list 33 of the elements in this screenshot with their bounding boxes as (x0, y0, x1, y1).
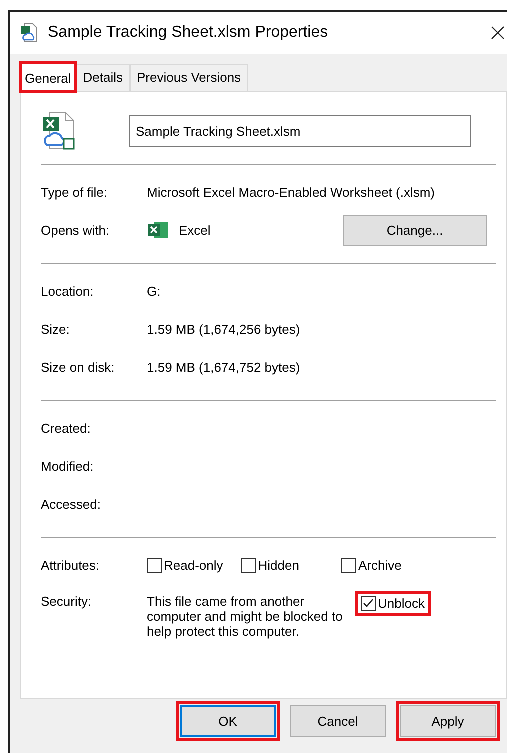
checkbox[interactable]: Archive (335, 552, 408, 578)
tab[interactable]: General (20, 62, 76, 92)
field-value: Microsoft Excel Macro-Enabled Worksheet (.xlsm) (147, 184, 436, 200)
app-name: Excel (179, 222, 211, 238)
checkbox[interactable]: Hidden (235, 552, 306, 578)
tab[interactable]: Previous Versions (130, 64, 248, 91)
dialog-button[interactable]: Cancel (290, 705, 386, 737)
file-name-field[interactable]: Sample Tracking Sheet.xlsm (129, 115, 471, 147)
field-label: Size on disk: (41, 360, 116, 374)
field-label: Created: (41, 420, 92, 436)
checkbox[interactable]: Read-only (141, 552, 230, 578)
excel-icon (147, 221, 169, 239)
field-label: Attributes: (41, 558, 101, 572)
field-value: G: (147, 284, 161, 298)
field-value: 1.59 MB (1,674,752 bytes) (147, 360, 300, 374)
field-label: Location: (41, 284, 95, 298)
change-button[interactable]: Change... (343, 214, 487, 246)
dialog-button[interactable]: Apply (400, 705, 496, 737)
field-label: Modified: (41, 458, 95, 474)
field-label: Size: (41, 322, 71, 336)
field-label: Accessed: (41, 496, 102, 512)
field-label: Type of file: (41, 184, 108, 200)
excel-file-icon (41, 111, 77, 151)
checkbox[interactable]: Unblock (355, 591, 431, 616)
window-title: Sample Tracking Sheet.xlsm Properties (48, 24, 328, 42)
field-value: 1.59 MB (1,674,256 bytes) (147, 322, 300, 336)
close-icon[interactable] (491, 26, 505, 40)
dialog-button[interactable]: OK (180, 705, 276, 737)
field-label: Opens with: (41, 222, 111, 238)
excel-file-icon (20, 23, 40, 43)
tab[interactable]: Details (76, 64, 130, 91)
security-message: This file came from another computer and might be blocked to help protect this computer. (147, 594, 344, 639)
field-label: Security: (41, 594, 93, 609)
